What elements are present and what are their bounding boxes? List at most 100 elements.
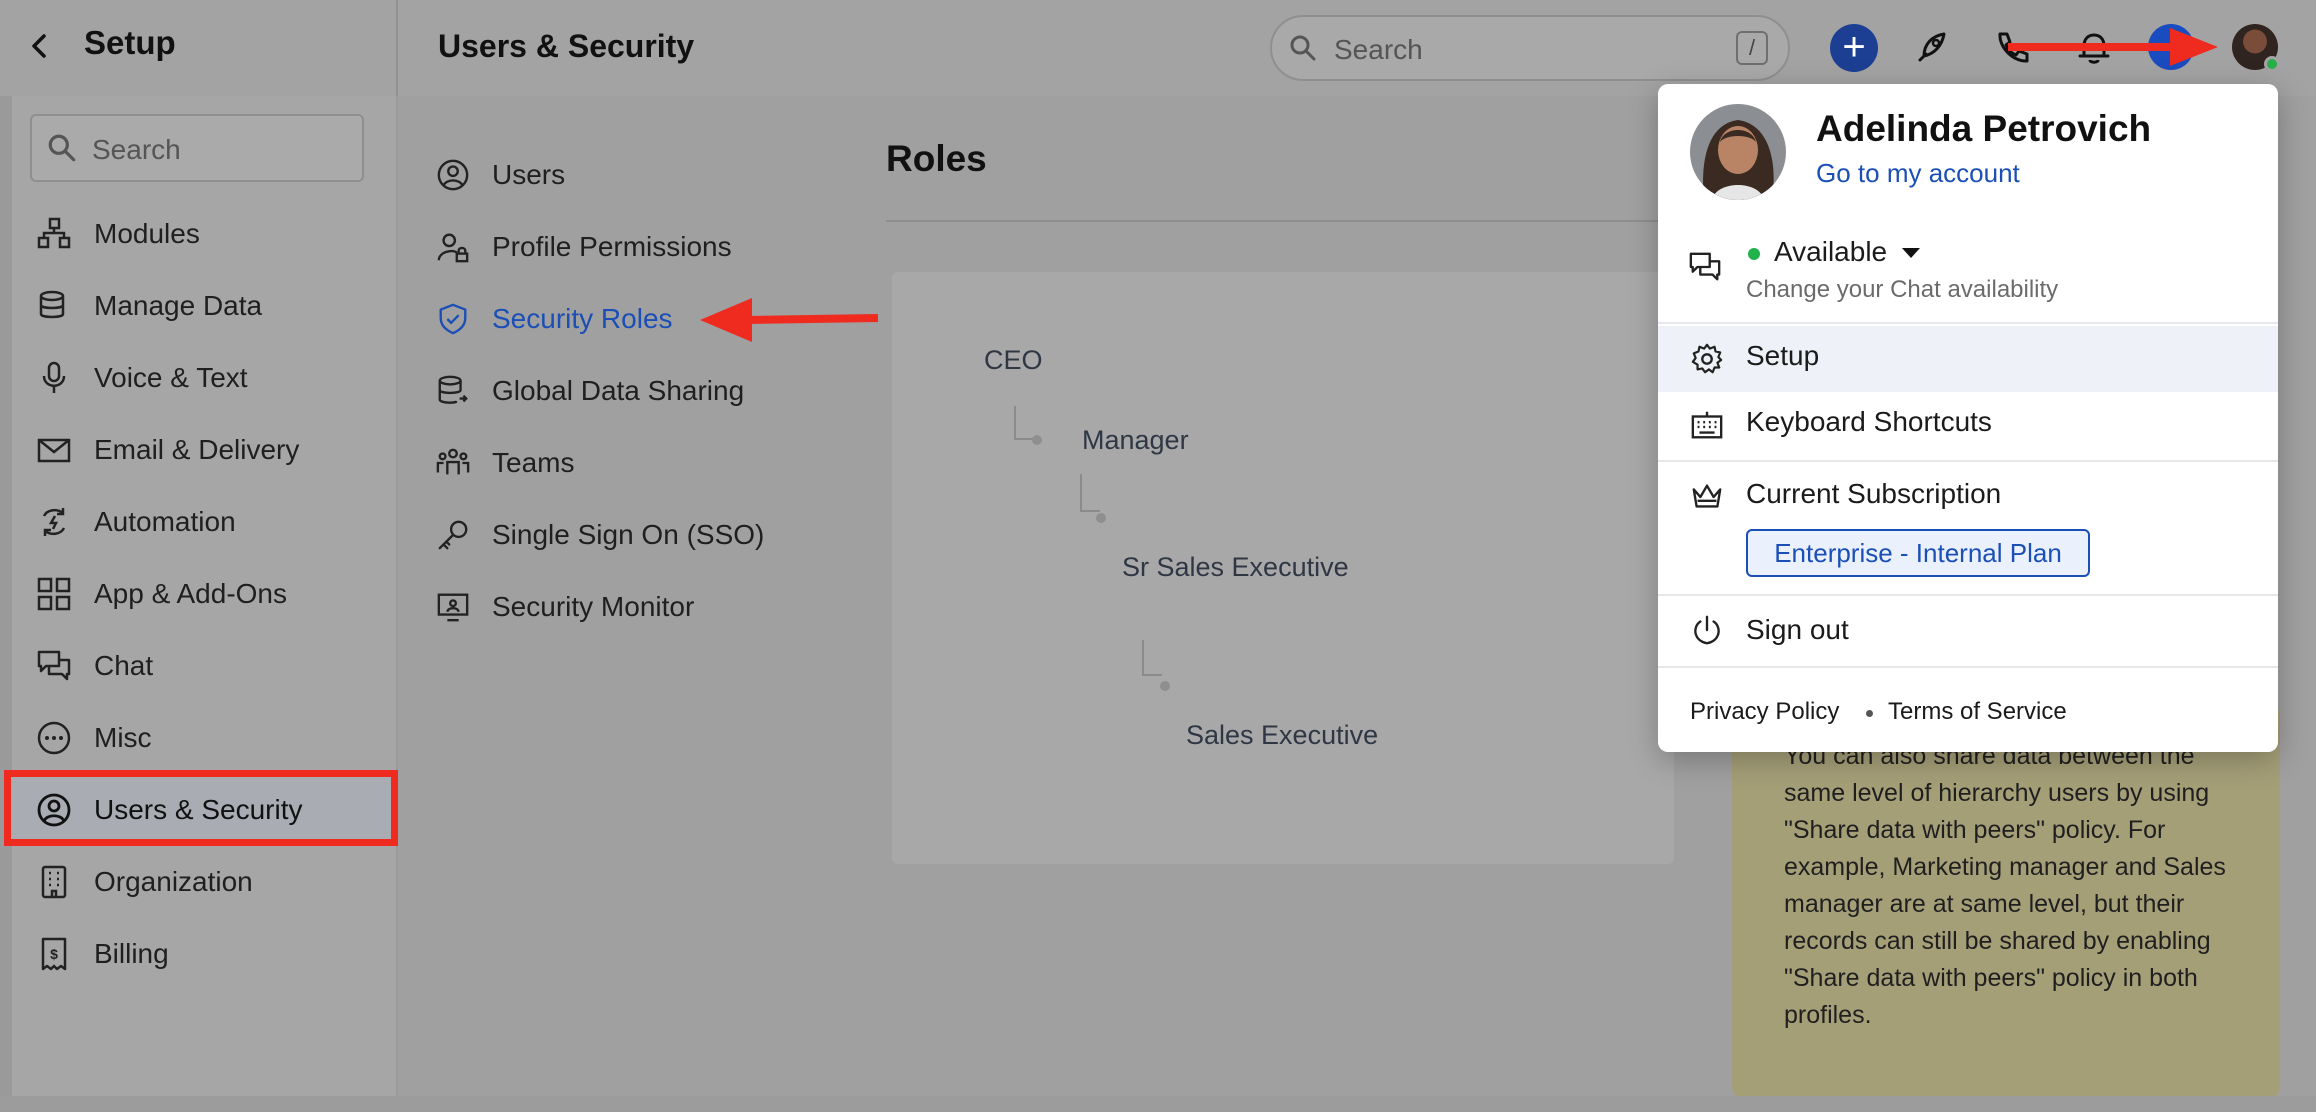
role-node-manager[interactable]: Manager <box>1082 425 1189 456</box>
submenu-item-label: Security Roles <box>492 303 673 334</box>
automation-icon <box>42 508 66 536</box>
sidebar-item-label: Modules <box>94 218 200 249</box>
submenu-item-sso[interactable]: Single Sign On (SSO) <box>436 510 764 560</box>
global-search-input[interactable]: Search / <box>1270 15 1790 81</box>
tree-connector <box>1142 640 1162 676</box>
online-status-dot <box>2264 56 2280 72</box>
privacy-policy-link[interactable]: Privacy Policy <box>1690 698 1839 726</box>
search-shortcut-key: / <box>1736 31 1768 65</box>
tree-connector <box>1014 406 1036 440</box>
tree-node-dot <box>1160 681 1170 691</box>
receipt-icon: $ <box>41 937 67 971</box>
menu-item-label: Sign out <box>1746 614 1849 645</box>
role-node-ceo[interactable]: CEO <box>984 345 1043 376</box>
sidebar-item-voice-text[interactable]: Voice & Text <box>36 348 248 408</box>
tree-node-dot <box>1096 513 1106 523</box>
gear-icon <box>1690 342 1724 376</box>
search-icon <box>46 132 78 164</box>
sidebar-search-input[interactable]: Search <box>30 114 364 182</box>
menu-item-current-subscription: Current Subscription <box>1658 462 2278 530</box>
sidebar-item-label: Voice & Text <box>94 362 248 393</box>
sidebar-item-label: Manage Data <box>94 290 263 321</box>
divider <box>1658 322 2278 324</box>
user-avatar-button[interactable] <box>2232 24 2280 72</box>
go-to-account-link[interactable]: Go to my account <box>1816 158 2020 189</box>
sidebar-item-users-security[interactable]: Users & Security <box>36 780 303 840</box>
divider <box>886 220 1676 222</box>
chat-status-icon <box>1688 250 1722 284</box>
sidebar-search-placeholder: Search <box>92 134 181 165</box>
setup-title[interactable]: Setup <box>84 24 176 62</box>
submenu-item-profile-permissions[interactable]: Profile Permissions <box>436 222 732 272</box>
plan-badge[interactable]: Enterprise - Internal Plan <box>1746 529 2090 577</box>
menu-item-label: Setup <box>1746 340 1820 371</box>
role-node-sales-executive[interactable]: Sales Executive <box>1186 720 1378 751</box>
annotation-arrow-icon <box>700 298 879 342</box>
sidebar-item-label: Users & Security <box>94 794 303 825</box>
user-lock-icon <box>437 233 469 263</box>
back-chevron-icon[interactable] <box>20 26 60 66</box>
sidebar-item-label: App & Add-Ons <box>94 578 288 609</box>
sidebar-item-automation[interactable]: Automation <box>36 492 236 552</box>
database-icon <box>39 290 65 319</box>
available-status-dot <box>1748 248 1760 260</box>
tree-node-dot <box>1032 435 1042 445</box>
sidebar-item-chat[interactable]: Chat <box>36 636 153 696</box>
roles-heading: Roles <box>886 138 987 179</box>
create-plus-button[interactable]: + <box>1830 24 1878 72</box>
sidebar-item-billing[interactable]: $ Billing <box>36 924 169 984</box>
role-node-sr-sales-executive[interactable]: Sr Sales Executive <box>1122 552 1349 583</box>
profile-avatar <box>1690 104 1786 200</box>
search-icon <box>1288 33 1318 63</box>
modules-icon <box>37 217 71 249</box>
submenu-item-teams[interactable]: Teams <box>436 438 574 488</box>
sidebar-item-label: Organization <box>94 866 253 897</box>
terms-of-service-link[interactable]: Terms of Service <box>1888 698 2067 726</box>
availability-status-dropdown[interactable]: Available <box>1774 236 1887 268</box>
availability-hint: Change your Chat availability <box>1746 276 2059 303</box>
more-icon <box>37 721 71 755</box>
sidebar-item-label: Misc <box>94 722 152 753</box>
sidebar-item-modules[interactable]: Modules <box>36 204 200 264</box>
profile-name: Adelinda Petrovich <box>1816 108 2152 149</box>
sidebar-item-label: Email & Delivery <box>94 434 300 465</box>
crown-icon <box>1690 480 1724 514</box>
menu-item-label: Keyboard Shortcuts <box>1746 406 1992 437</box>
building-icon <box>41 865 67 899</box>
submenu-item-label: Users <box>492 159 566 190</box>
search-placeholder: Search <box>1334 34 1423 65</box>
sidebar-item-label: Billing <box>94 938 169 969</box>
menu-item-label: Current Subscription <box>1746 478 2002 509</box>
sidebar-item-apps[interactable]: App & Add-Ons <box>36 564 287 624</box>
submenu-item-users[interactable]: Users <box>436 150 565 200</box>
sidebar-item-email-delivery[interactable]: Email & Delivery <box>36 420 299 480</box>
submenu-item-label: Profile Permissions <box>492 231 732 262</box>
rocket-icon[interactable] <box>1910 26 1954 70</box>
sidebar-item-organization[interactable]: Organization <box>36 852 253 912</box>
shield-icon <box>439 303 467 335</box>
monitor-icon <box>437 593 469 622</box>
user-circle-icon <box>437 159 469 191</box>
separator-dot <box>1866 710 1873 717</box>
chevron-down-icon[interactable] <box>1902 248 1920 258</box>
user-circle-icon <box>37 793 71 827</box>
submenu-item-security-monitor[interactable]: Security Monitor <box>436 582 694 632</box>
chat-icon <box>37 650 71 681</box>
divider <box>396 0 398 96</box>
submenu-item-security-roles[interactable]: Security Roles <box>436 294 673 344</box>
menu-item-setup[interactable]: Setup <box>1658 326 2278 392</box>
bottom-strip <box>0 1096 2316 1112</box>
sidebar-item-misc[interactable]: Misc <box>36 708 152 768</box>
svg-text:$: $ <box>50 946 58 962</box>
page-title: Users & Security <box>438 28 695 64</box>
menu-item-sign-out[interactable]: Sign out <box>1658 596 2278 666</box>
submenu-item-global-data-sharing[interactable]: Global Data Sharing <box>436 366 744 416</box>
submenu-item-label: Global Data Sharing <box>492 375 745 406</box>
team-icon <box>436 448 470 475</box>
menu-item-keyboard-shortcuts[interactable]: Keyboard Shortcuts <box>1658 392 2278 458</box>
microphone-icon <box>42 361 66 393</box>
apps-grid-icon <box>37 577 71 611</box>
power-icon <box>1690 614 1724 648</box>
sidebar-item-manage-data[interactable]: Manage Data <box>36 276 262 336</box>
keyboard-icon <box>1690 408 1724 442</box>
